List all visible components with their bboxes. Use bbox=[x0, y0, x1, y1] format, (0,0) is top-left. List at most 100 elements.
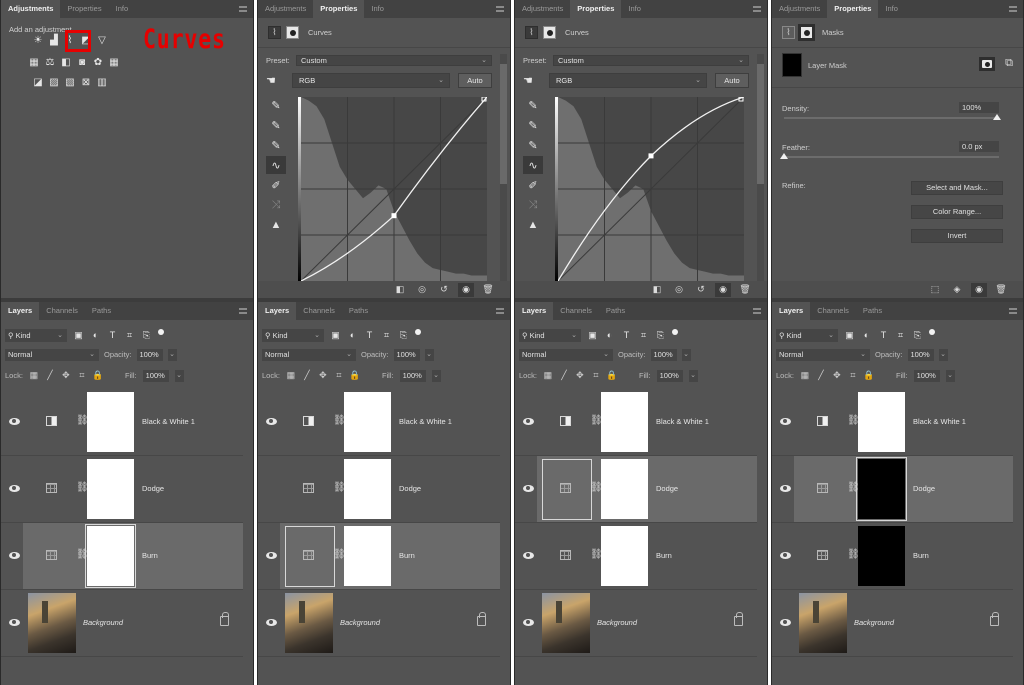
layer-burn[interactable]: ⛓ Burn bbox=[1, 523, 243, 590]
on-image-adjust-icon[interactable]: ☚ bbox=[523, 74, 541, 87]
tab-layers[interactable]: Layers bbox=[1, 302, 40, 320]
density-input[interactable]: 100% bbox=[959, 102, 999, 113]
mask-properties-icon[interactable] bbox=[543, 26, 556, 39]
curves-adjustment-icon[interactable] bbox=[560, 550, 571, 560]
lock-artboard-icon[interactable]: ⌗ bbox=[334, 370, 344, 381]
layer-mask-thumbnail[interactable] bbox=[601, 526, 648, 586]
lock-transparent-icon[interactable]: ▦ bbox=[286, 370, 296, 381]
layer-mask-thumbnail[interactable] bbox=[601, 392, 648, 452]
tab-properties[interactable]: Properties bbox=[827, 0, 879, 18]
scrollbar-thumb[interactable] bbox=[757, 64, 764, 184]
lock-position-icon[interactable]: ✥ bbox=[318, 370, 328, 381]
select-pixel-mask-button[interactable] bbox=[979, 57, 995, 71]
gray-eyedropper-icon[interactable]: ✎ bbox=[266, 116, 286, 134]
visibility-eye-icon[interactable] bbox=[8, 484, 20, 492]
visibility-eye-icon[interactable] bbox=[522, 618, 534, 626]
opacity-dropdown-icon[interactable]: ⌄ bbox=[681, 348, 691, 361]
layer-black-white-1[interactable]: ⛓ Black & White 1 bbox=[515, 389, 757, 456]
fill-input[interactable]: 100% bbox=[142, 369, 169, 382]
layer-name[interactable]: Burn bbox=[656, 551, 672, 560]
pixel-layer-filter-icon[interactable]: ▣ bbox=[330, 330, 341, 341]
layer-name[interactable]: Black & White 1 bbox=[913, 417, 966, 426]
visibility-eye-icon[interactable] bbox=[8, 551, 20, 559]
layer-name[interactable]: Dodge bbox=[656, 484, 678, 493]
layer-burn[interactable]: ⛓ Burn bbox=[772, 523, 1013, 590]
photo-filter-icon[interactable]: ◙ bbox=[76, 56, 88, 68]
scrollbar-thumb[interactable] bbox=[500, 64, 507, 184]
filter-kind-select[interactable]: ⚲ Kind ⌄ bbox=[5, 328, 67, 342]
layer-name[interactable]: Background bbox=[83, 618, 123, 627]
adjustment-layer-filter-icon[interactable]: ◐ bbox=[347, 330, 358, 341]
visibility-eye-icon[interactable] bbox=[779, 618, 791, 626]
delete-icon[interactable]: 🗑 bbox=[993, 283, 1009, 297]
on-image-adjust-icon[interactable]: ☚ bbox=[266, 74, 284, 87]
tab-paths[interactable]: Paths bbox=[856, 302, 889, 320]
layer-background[interactable]: Background bbox=[772, 590, 1013, 657]
panel-menu-icon[interactable] bbox=[239, 6, 247, 12]
tab-channels[interactable]: Channels bbox=[810, 302, 856, 320]
feather-slider-knob[interactable] bbox=[780, 153, 788, 159]
filter-kind-select[interactable]: ⚲ Kind ⌄ bbox=[776, 328, 838, 342]
adjustment-layer-filter-icon[interactable]: ◐ bbox=[604, 330, 615, 341]
lock-artboard-icon[interactable]: ⌗ bbox=[591, 370, 601, 381]
shape-layer-filter-icon[interactable]: ⌗ bbox=[895, 330, 906, 341]
lock-all-icon[interactable]: 🔒 bbox=[349, 370, 360, 381]
density-slider[interactable] bbox=[784, 117, 999, 119]
fill-dropdown-icon[interactable]: ⌄ bbox=[688, 369, 698, 382]
curves-adjustment-icon[interactable] bbox=[817, 483, 828, 493]
layer-black-white-1[interactable]: ⛓ Black & White 1 bbox=[258, 389, 500, 456]
density-slider-knob[interactable] bbox=[993, 114, 1001, 120]
delete-icon[interactable]: 🗑 bbox=[480, 283, 496, 297]
panel-menu-icon[interactable] bbox=[1009, 6, 1017, 12]
black-white-adjustment-icon[interactable] bbox=[817, 416, 828, 426]
layer-lock-icon[interactable] bbox=[220, 612, 229, 626]
panel-menu-icon[interactable] bbox=[1009, 308, 1017, 314]
visibility-eye-icon[interactable] bbox=[8, 618, 20, 626]
lock-transparent-icon[interactable]: ▦ bbox=[29, 370, 39, 381]
layer-mask-thumbnail[interactable] bbox=[858, 526, 905, 586]
layer-mask-thumbnail[interactable] bbox=[87, 459, 134, 519]
curves-adjustment-icon[interactable] bbox=[817, 550, 828, 560]
opacity-dropdown-icon[interactable]: ⌄ bbox=[424, 348, 434, 361]
opacity-input[interactable]: 100% bbox=[650, 348, 677, 361]
layer-mask-thumbnail[interactable] bbox=[344, 526, 391, 586]
layer-black-white-1[interactable]: ⛓ Black & White 1 bbox=[1, 389, 243, 456]
curve-control-point[interactable] bbox=[391, 213, 397, 219]
pencil-tool-icon[interactable]: ✐ bbox=[266, 176, 286, 194]
fill-input[interactable]: 100% bbox=[399, 369, 426, 382]
properties-scrollbar[interactable] bbox=[500, 54, 507, 282]
layer-lock-icon[interactable] bbox=[477, 612, 486, 626]
clip-to-layer-icon[interactable]: ◧ bbox=[392, 283, 408, 297]
gradient-map-icon[interactable]: ▥ bbox=[96, 76, 108, 88]
layer-name[interactable]: Burn bbox=[913, 551, 929, 560]
auto-button[interactable]: Auto bbox=[458, 73, 492, 88]
channel-select[interactable]: RGB ⌄ bbox=[549, 73, 707, 88]
visibility-eye-icon[interactable] bbox=[265, 551, 277, 559]
tab-layers[interactable]: Layers bbox=[258, 302, 297, 320]
mask-properties-icon[interactable] bbox=[286, 26, 299, 39]
layer-name[interactable]: Burn bbox=[399, 551, 415, 560]
curves-properties-icon[interactable]: ⌇ bbox=[525, 26, 538, 39]
layer-burn[interactable]: ⛓ Burn bbox=[258, 523, 500, 590]
layer-name[interactable]: Black & White 1 bbox=[399, 417, 452, 426]
fill-input[interactable]: 100% bbox=[913, 369, 940, 382]
smooth-icon[interactable]: ⤨ bbox=[266, 196, 286, 214]
tab-layers[interactable]: Layers bbox=[772, 302, 811, 320]
threshold-icon[interactable]: ▧ bbox=[64, 76, 76, 88]
lock-all-icon[interactable]: 🔒 bbox=[606, 370, 617, 381]
adjustment-layer-filter-icon[interactable]: ◐ bbox=[861, 330, 872, 341]
layer-name[interactable]: Black & White 1 bbox=[656, 417, 709, 426]
layer-mask-thumbnail[interactable] bbox=[601, 459, 648, 519]
curve-point-tool-icon[interactable]: ∿ bbox=[266, 156, 286, 174]
white-eyedropper-icon[interactable]: ✎ bbox=[266, 136, 286, 154]
blend-mode-select[interactable]: Normal ⌄ bbox=[519, 348, 613, 361]
fill-dropdown-icon[interactable]: ⌄ bbox=[945, 369, 955, 382]
layer-mask-thumbnail[interactable] bbox=[87, 392, 134, 452]
curves-properties-icon[interactable]: ⌇ bbox=[268, 26, 281, 39]
layer-name[interactable]: Dodge bbox=[142, 484, 164, 493]
layer-black-white-1[interactable]: ⛓ Black & White 1 bbox=[772, 389, 1013, 456]
white-eyedropper-icon[interactable]: ✎ bbox=[523, 136, 543, 154]
delete-icon[interactable]: 🗑 bbox=[737, 283, 753, 297]
tab-properties[interactable]: Properties bbox=[570, 0, 622, 18]
lock-transparent-icon[interactable]: ▦ bbox=[543, 370, 553, 381]
